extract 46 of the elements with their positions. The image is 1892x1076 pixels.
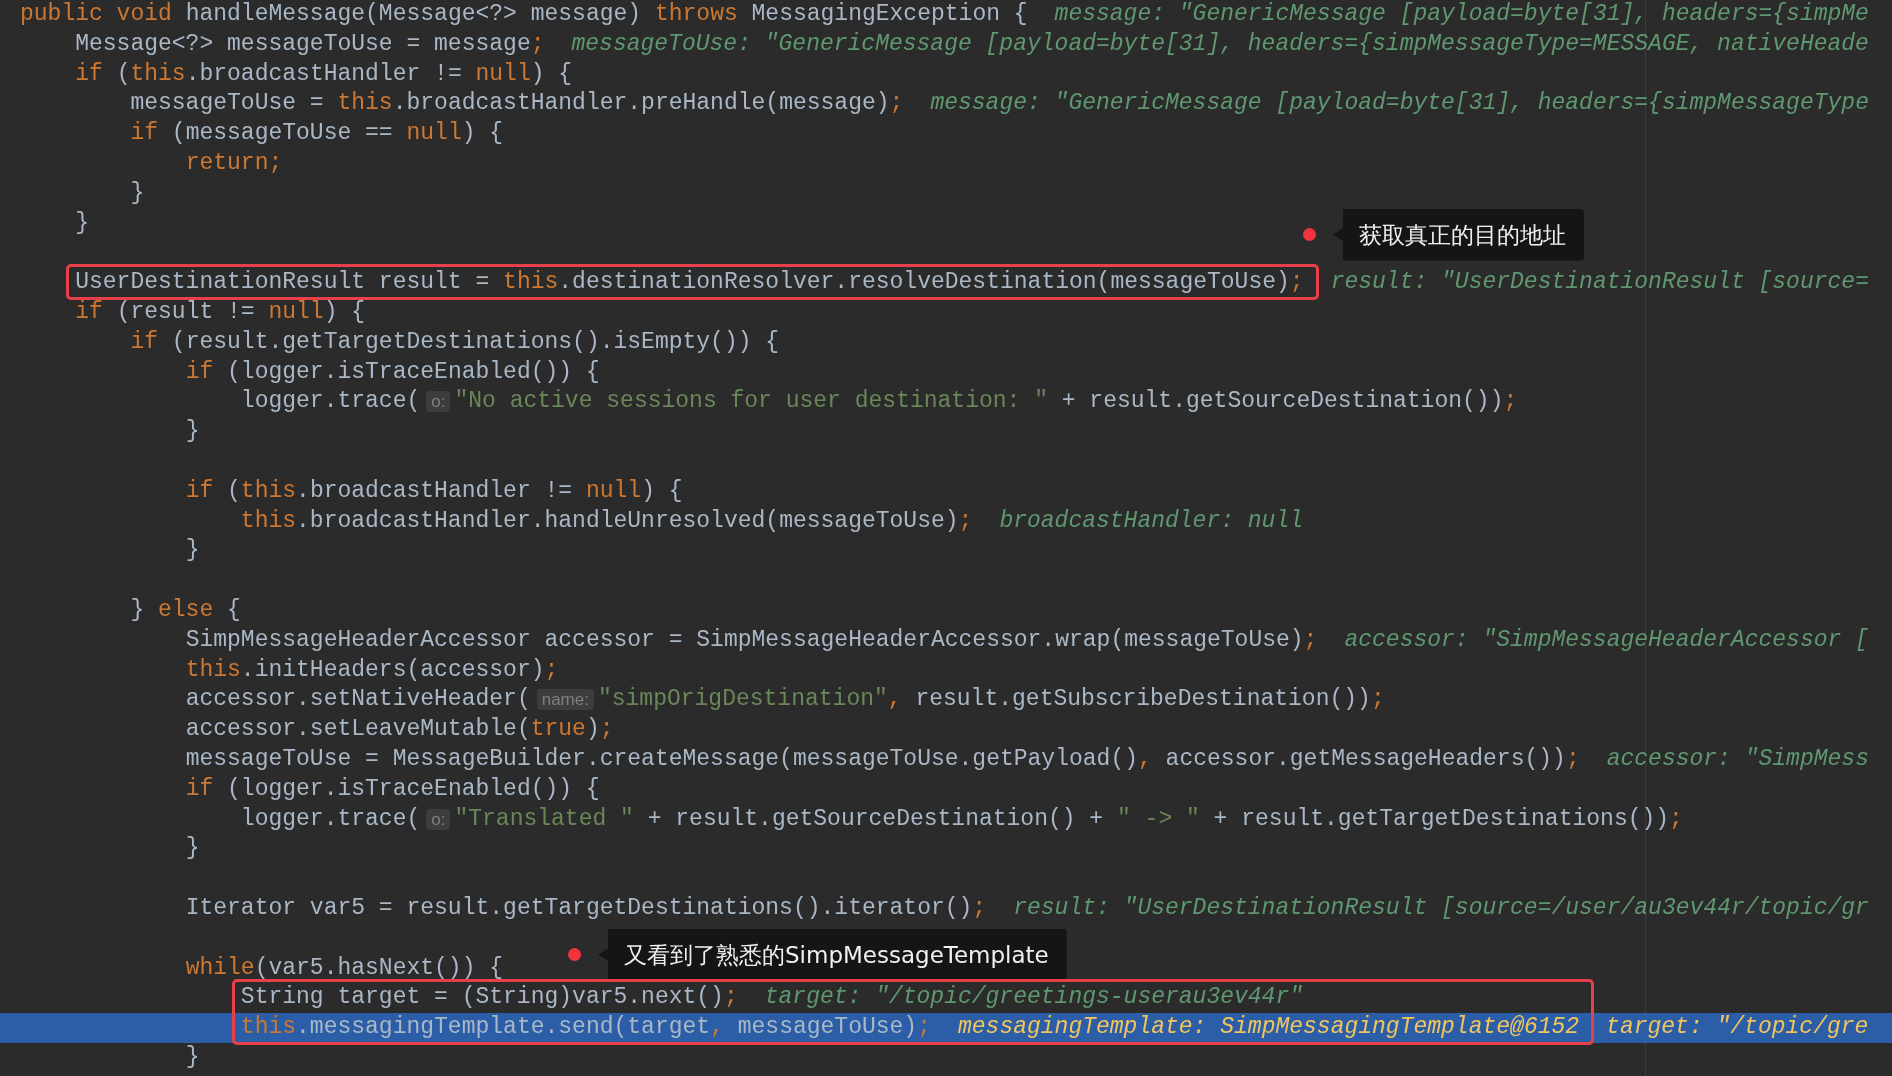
code-line: if (messageToUse == null) { <box>130 120 504 147</box>
code-line: accessor.setLeaveMutable(true); <box>185 716 614 743</box>
code-line: String target = (String)var5.next(); <box>240 984 738 1011</box>
code-line: } <box>75 209 89 236</box>
debug-value-hint: message: "GenericMessage [payload=byte[31], headers={simpMe <box>1054 1 1869 27</box>
code-line: UserDestinationResult result = this.destinationResolver.resolveDestination(messageToUse); <box>75 269 1304 296</box>
code-line: } <box>185 537 200 564</box>
debug-value-hint: result: "UserDestinationResult [source=/user/au3ev44r/topic/gr <box>1013 894 1869 921</box>
code-line: if (logger.isTraceEnabled()) { <box>185 358 600 385</box>
code-line: if (result != null) { <box>75 298 366 325</box>
debug-value-hint: messagingTemplate: SimpMessagingTemplate@6152 <box>958 1014 1580 1041</box>
debug-value-hint: target: "/topic/gre <box>1606 1014 1869 1041</box>
code-line: } <box>185 418 200 445</box>
marker-dot <box>568 948 581 962</box>
code-line: messageToUse = this.broadcastHandler.preHandle(message); <box>130 90 904 117</box>
marker-dot <box>1303 228 1316 242</box>
code-line: accessor.setNativeHeader( name: "simpOrigDestination", result.getSubscribeDestination()); <box>185 686 1385 714</box>
debug-value-hint: accessor: "SimpMess <box>1606 745 1869 772</box>
code-line: this.initHeaders(accessor); <box>185 656 559 683</box>
code-line: this.broadcastHandler.handleUnresolved(messageToUse); <box>240 507 973 534</box>
code-line: if (this.broadcastHandler != null) { <box>75 60 573 87</box>
code-line: logger.trace( o: "Translated " + result.getSourceDestination() + " -> " + result.getTargetDestinations()); <box>240 805 1683 833</box>
code-line: if (this.broadcastHandler != null) { <box>185 477 683 504</box>
code-line: SimpMessageHeaderAccessor accessor = SimpMessageHeaderAccessor.wrap(messageToUse); <box>185 626 1318 653</box>
code-line: } <box>185 1043 200 1070</box>
code-line: } <box>185 835 200 862</box>
code-line: this.messagingTemplate.send(target, messageToUse); <box>240 1014 931 1041</box>
code-line: } <box>130 179 145 206</box>
code-line: } else { <box>130 596 241 623</box>
debug-value-hint: accessor: "SimpMessageHeaderAccessor [ <box>1344 626 1869 653</box>
callout-note: 获取真正的目的地址 <box>1333 208 1584 261</box>
debug-value-hint: result: "UserDestinationResult [source= <box>1330 269 1869 296</box>
debug-value-hint: message: "GenericMessage [payload=byte[31], headers={simpMessageType <box>930 90 1869 117</box>
code-line: logger.trace( o: "No active sessions for user destination: " + result.getSourceDestination()); <box>240 388 1518 416</box>
code-line: public void handleMessage(Message<?> message) throws MessagingException { <box>20 1 1028 27</box>
callout-note: 又看到了熟悉的SimpMessageTemplate <box>598 928 1067 981</box>
code-line: messageToUse = MessageBuilder.createMessage(messageToUse.getPayload(), accessor.getMessageHeaders()); <box>185 745 1580 772</box>
debug-value-hint: target: "/topic/greetings-userau3ev44r" <box>764 984 1304 1011</box>
code-line: if (logger.isTraceEnabled()) { <box>185 775 600 802</box>
debug-value-hint: messageToUse: "GenericMessage [payload=byte[31], headers={simpMessageType=MESSAGE, nativeHeade <box>571 30 1869 57</box>
code-line: if (result.getTargetDestinations().isEmpty()) { <box>130 328 780 355</box>
code-line: Iterator var5 = result.getTargetDestinations().iterator(); <box>185 894 987 921</box>
code-line: return; <box>185 150 283 176</box>
code-line: while(var5.hasNext()) { <box>185 954 504 981</box>
debug-value-hint: broadcastHandler: null <box>999 507 1304 534</box>
code-line: Message<?> messageToUse = message; <box>75 30 545 57</box>
